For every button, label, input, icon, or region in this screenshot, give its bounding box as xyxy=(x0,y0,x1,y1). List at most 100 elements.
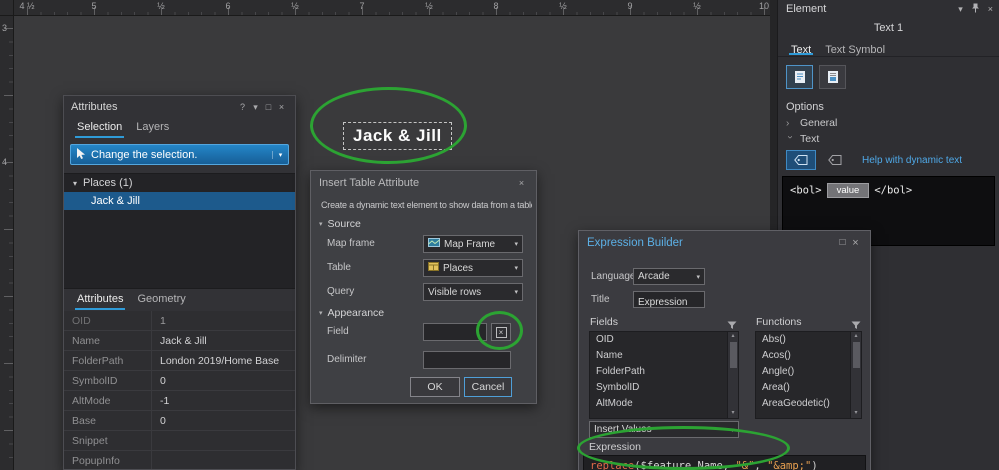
close-icon[interactable]: × xyxy=(515,176,528,190)
tab-text[interactable]: Text xyxy=(784,41,818,56)
maximize-icon[interactable]: □ xyxy=(836,236,849,250)
tab-text-symbol[interactable]: Text Symbol xyxy=(818,41,892,56)
tag-icon-button[interactable] xyxy=(820,150,850,170)
functions-list-item[interactable]: Area() xyxy=(756,380,861,396)
tree-node-jack-and-jill-selected[interactable]: Jack & Jill xyxy=(64,192,295,210)
text-element-jack-and-jill[interactable]: Jack & Jill xyxy=(343,122,452,150)
tab-attributes[interactable]: Attributes xyxy=(70,290,130,311)
cancel-button[interactable]: Cancel xyxy=(464,377,512,397)
ruler-label: 8 xyxy=(493,1,499,11)
fields-list-item[interactable]: AltMode xyxy=(590,396,738,412)
section-label: Appearance xyxy=(327,307,385,319)
general-section-row[interactable]: › General xyxy=(778,115,999,131)
map-frame-label: Map frame xyxy=(327,238,375,249)
code-close-tag: </bol> xyxy=(874,184,913,197)
fields-list-item[interactable]: Name xyxy=(590,348,738,364)
scroll-up-icon[interactable]: ▴ xyxy=(731,332,734,341)
close-icon[interactable]: × xyxy=(849,236,862,250)
ruler-label: ½ xyxy=(157,1,165,11)
chevron-expanded-icon: › xyxy=(784,135,796,139)
source-section-header[interactable]: ▾ Source xyxy=(319,218,361,230)
field-picker-button[interactable]: × xyxy=(491,323,511,341)
tree-expander-icon[interactable]: ▾ xyxy=(73,179,77,188)
tab-layers[interactable]: Layers xyxy=(129,118,176,139)
table-row: Name Jack & Jill xyxy=(64,331,295,351)
field-value[interactable]: London 2019/Home Base xyxy=(152,351,295,370)
field-input-wrap xyxy=(423,323,487,343)
title-input[interactable] xyxy=(634,295,704,310)
cursor-arrow-icon xyxy=(71,146,91,163)
field-value[interactable] xyxy=(152,451,295,469)
appearance-section-header[interactable]: ▾ Appearance xyxy=(319,307,384,319)
dynamic-text-toolbar: Help with dynamic text xyxy=(778,147,999,176)
ok-button[interactable]: OK xyxy=(410,377,460,397)
fields-list: OID Name FolderPath SymbolID AltMode ▴ ▾ xyxy=(589,331,739,419)
table-row: Snippet xyxy=(64,431,295,451)
ruler-label: ½ xyxy=(559,1,567,11)
selection-tree: ▾ Places (1) Jack & Jill xyxy=(64,173,295,289)
field-input[interactable] xyxy=(424,326,486,343)
language-dropdown[interactable]: Arcade ▾ xyxy=(633,268,705,285)
field-value[interactable] xyxy=(152,431,295,450)
scroll-down-icon[interactable]: ▾ xyxy=(731,409,734,418)
dropdown-arrow-icon: ▾ xyxy=(514,241,518,248)
field-value[interactable]: -1 xyxy=(152,391,295,410)
functions-list: Abs() Acos() Angle() Area() AreaGeodetic… xyxy=(755,331,862,419)
fields-list-item[interactable]: SymbolID xyxy=(590,380,738,396)
delimiter-input[interactable] xyxy=(424,354,510,371)
tag-icon-button-active[interactable] xyxy=(786,150,816,170)
field-name: FolderPath xyxy=(64,351,152,370)
table-label: Table xyxy=(327,262,351,273)
pin-icon[interactable] xyxy=(971,3,980,15)
close-icon[interactable]: × xyxy=(988,4,993,14)
field-value[interactable]: 1 xyxy=(152,311,295,330)
text-section-row[interactable]: › Text xyxy=(778,131,999,147)
scroll-up-icon[interactable]: ▴ xyxy=(854,332,857,341)
tree-node-places[interactable]: ▾ Places (1) xyxy=(64,174,295,192)
text-pages-icon-button[interactable] xyxy=(786,65,813,89)
insert-values-dropdown[interactable]: Insert Values ▾ xyxy=(589,421,739,438)
functions-list-item[interactable]: Angle() xyxy=(756,364,861,380)
dialog-titlebar: Insert Table Attribute × xyxy=(311,171,536,195)
chevron-down-icon[interactable]: ▾ xyxy=(249,100,262,114)
functions-list-item[interactable]: AreaGeodetic() xyxy=(756,396,861,412)
tab-selection[interactable]: Selection xyxy=(70,118,129,139)
query-label: Query xyxy=(327,286,355,297)
tab-geometry[interactable]: Geometry xyxy=(130,290,192,311)
table-dropdown[interactable]: Places ▾ xyxy=(423,259,523,277)
field-label: Field xyxy=(327,326,349,337)
code-token: "&" xyxy=(735,460,755,470)
value-token-chip[interactable]: value xyxy=(826,183,870,198)
title-label: Title xyxy=(591,294,610,305)
query-dropdown[interactable]: Visible rows ▾ xyxy=(423,283,523,301)
arcgis-layout-view: 4 ½ 5 ½ 6 ½ 7 ½ 8 ½ 9 ½ 10 3 4 Jack & Ji… xyxy=(0,0,999,470)
functions-scrollbar[interactable]: ▴ ▾ xyxy=(850,332,861,418)
fields-scrollbar[interactable]: ▴ ▾ xyxy=(727,332,738,418)
table-row: AltMode -1 xyxy=(64,391,295,411)
change-selection-dropdown-button[interactable]: Change the selection. ▾ xyxy=(70,144,289,165)
dialog-title: Expression Builder xyxy=(587,237,683,249)
field-value[interactable]: 0 xyxy=(152,411,295,430)
fields-list-item[interactable]: FolderPath xyxy=(590,364,738,380)
float-window-icon[interactable]: □ xyxy=(262,100,275,114)
scrollbar-thumb[interactable] xyxy=(729,342,737,368)
scroll-down-icon[interactable]: ▾ xyxy=(854,409,857,418)
field-value[interactable]: Jack & Jill xyxy=(152,331,295,350)
help-icon[interactable]: ? xyxy=(236,100,249,114)
field-name: Snippet xyxy=(64,431,152,450)
code-token: "&amp;" xyxy=(767,460,812,470)
close-icon[interactable]: × xyxy=(275,100,288,114)
help-with-dynamic-text-link[interactable]: Help with dynamic text xyxy=(862,155,962,166)
field-value[interactable]: 0 xyxy=(152,371,295,390)
ruler-label: 5 xyxy=(91,1,97,11)
map-frame-dropdown[interactable]: Map Frame ▾ xyxy=(423,235,523,253)
functions-list-item[interactable]: Abs() xyxy=(756,332,861,348)
chevron-down-icon[interactable]: ▾ xyxy=(958,4,963,15)
scrollbar-thumb[interactable] xyxy=(852,342,860,368)
text-insert-icon-button[interactable] xyxy=(819,65,846,89)
attributes-panel-title: Attributes xyxy=(71,101,118,113)
fields-list-item[interactable]: OID xyxy=(590,332,738,348)
x-box-icon: × xyxy=(495,326,507,338)
expression-code-editor[interactable]: replace($feature.Name, "&", "&amp;") xyxy=(583,455,866,470)
functions-list-item[interactable]: Acos() xyxy=(756,348,861,364)
